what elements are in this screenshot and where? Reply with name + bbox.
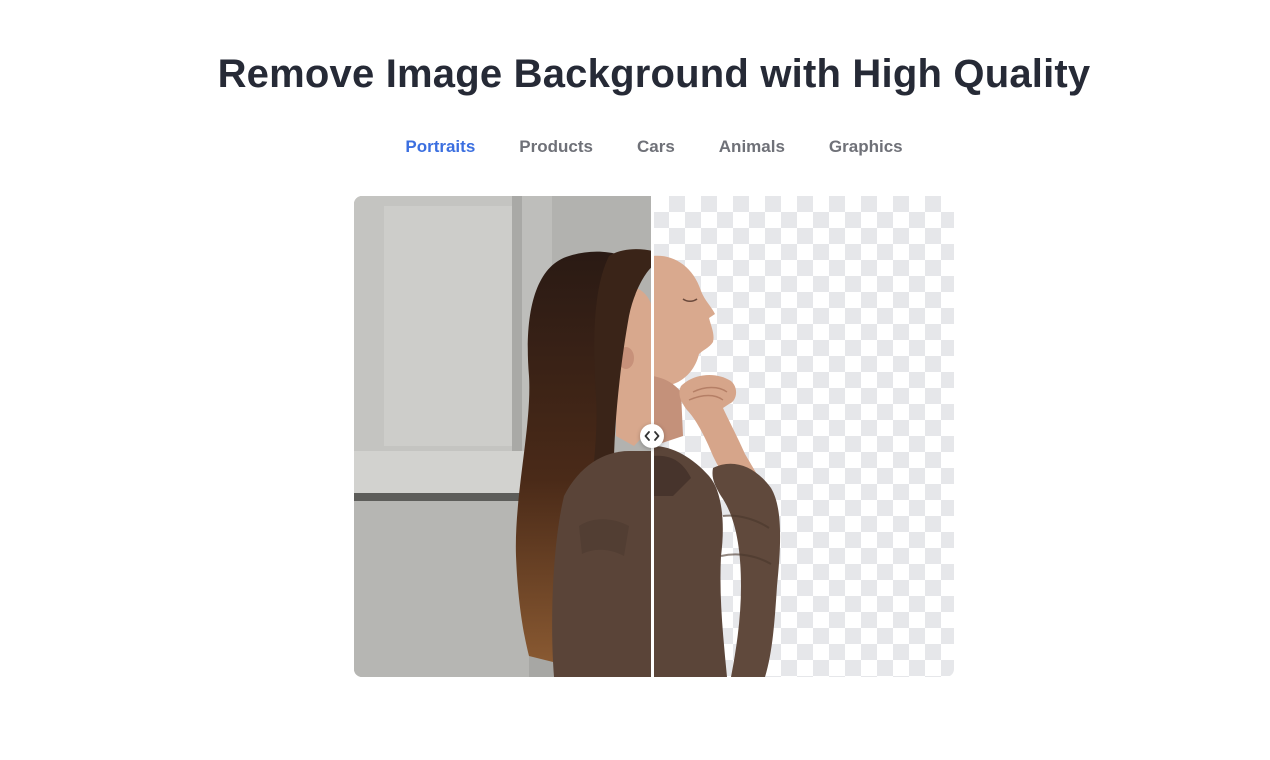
page-title: Remove Image Background with High Qualit… — [217, 52, 1091, 96]
before-after-comparison[interactable] — [354, 196, 954, 677]
tab-cars[interactable]: Cars — [637, 136, 675, 158]
comparison-slider-handle[interactable] — [640, 424, 664, 448]
cutout-subject-illustration — [653, 255, 781, 677]
tab-products[interactable]: Products — [519, 136, 593, 158]
original-photo — [354, 196, 653, 677]
tab-graphics[interactable]: Graphics — [829, 136, 903, 158]
category-tabs: Portraits Products Cars Animals Graphics — [0, 136, 1270, 158]
chevron-left-right-icon — [644, 431, 660, 441]
tab-portraits[interactable]: Portraits — [405, 136, 475, 158]
background-removed-photo — [653, 196, 954, 677]
tab-animals[interactable]: Animals — [719, 136, 785, 158]
original-photo-illustration — [354, 196, 653, 677]
